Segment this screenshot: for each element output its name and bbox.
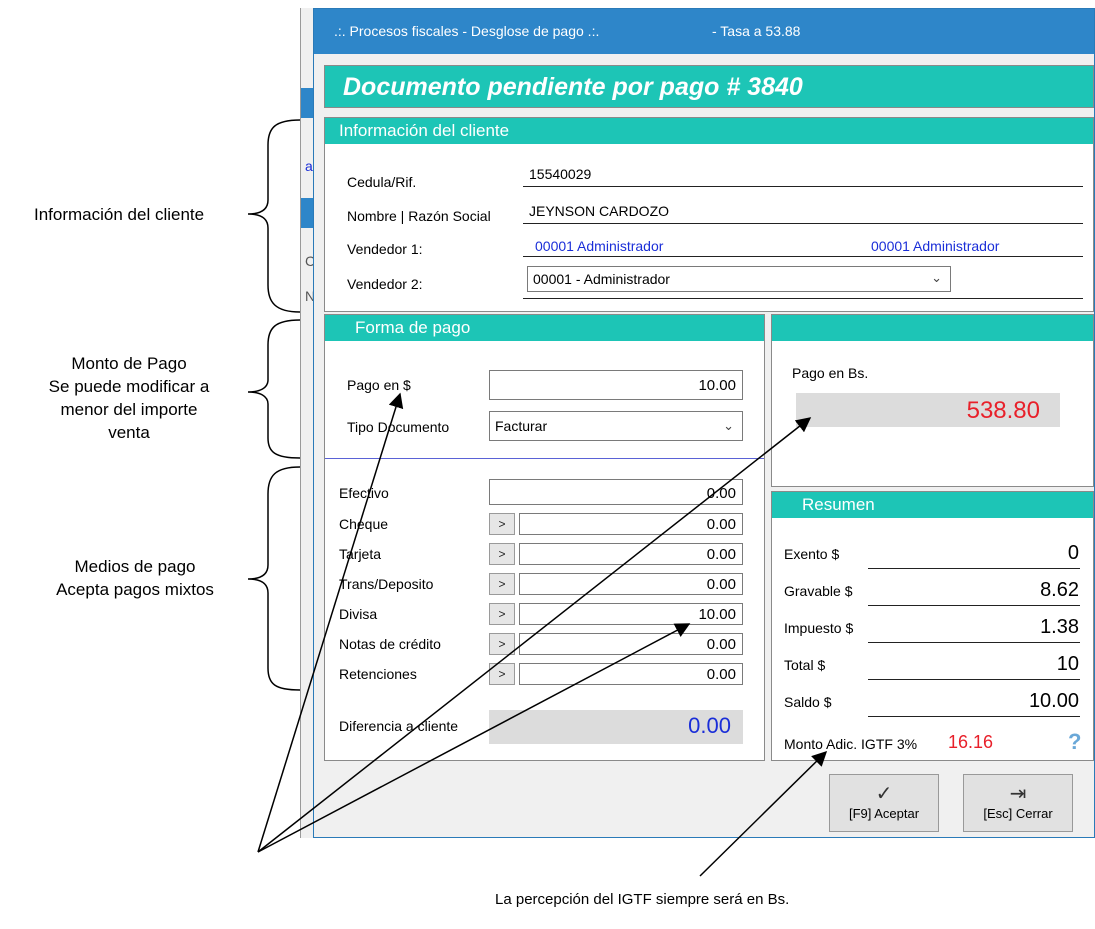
arrow-pago-usd: [257, 392, 404, 853]
brace-monto: [247, 319, 301, 459]
arrow-pago-bs: [257, 417, 812, 853]
arrow-divisa: [257, 623, 691, 853]
brace-medios: [247, 466, 301, 691]
arrow-igtf: [699, 750, 828, 877]
brace-client: [247, 119, 301, 313]
annotation-overlay: [247, 119, 828, 877]
